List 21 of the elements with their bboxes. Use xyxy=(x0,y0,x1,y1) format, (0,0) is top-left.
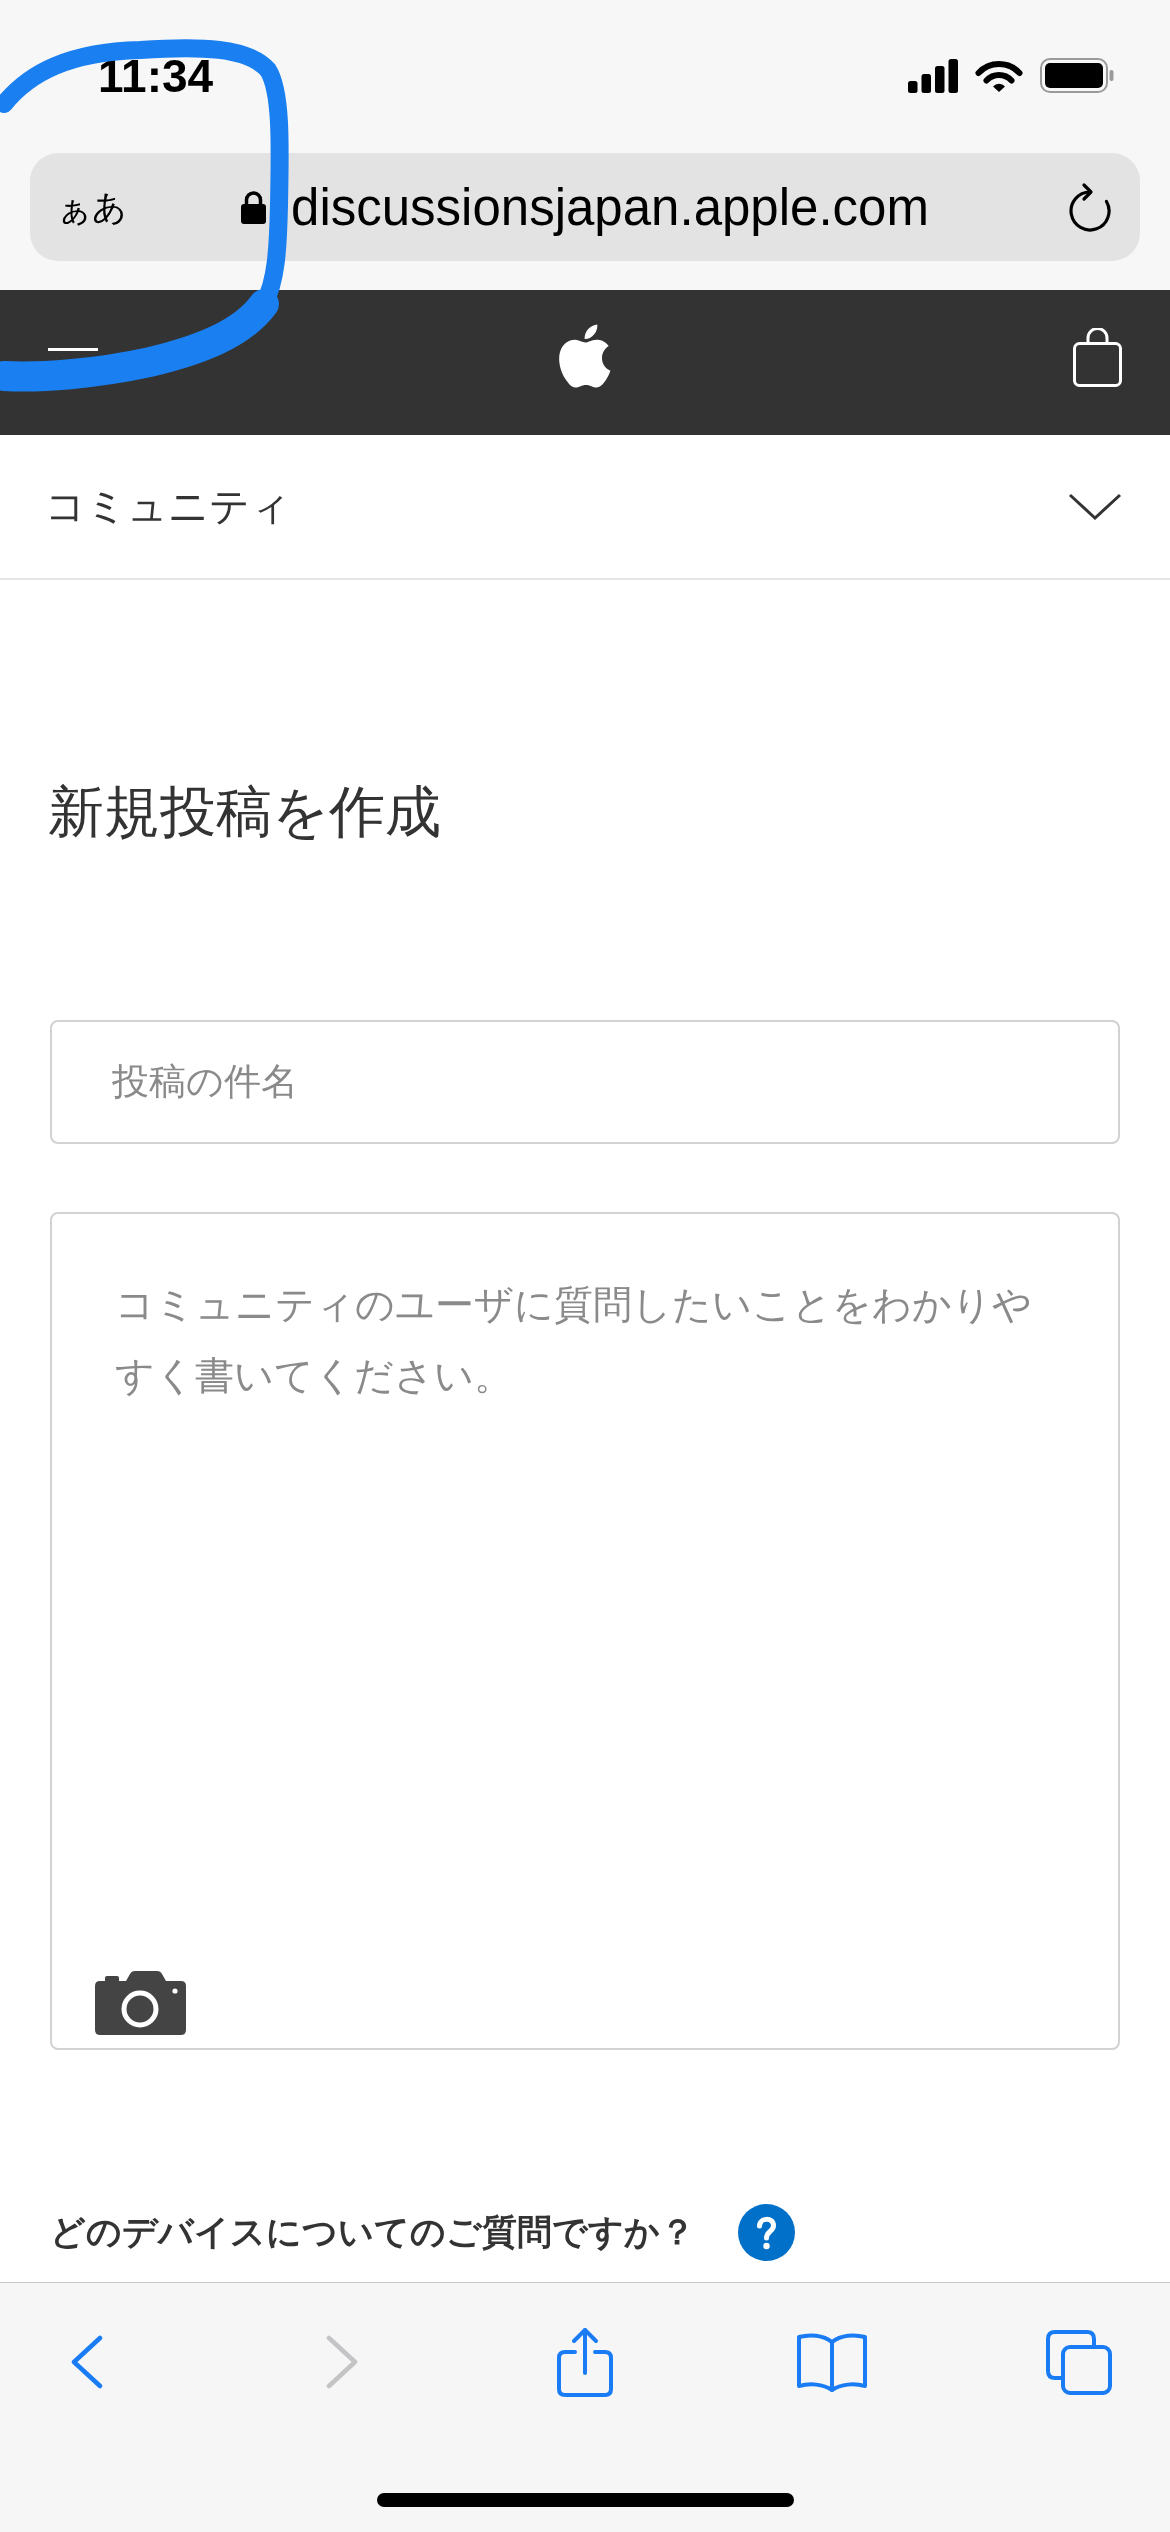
url-text[interactable]: discussionsjapan.apple.com xyxy=(291,177,929,237)
tabs-icon[interactable] xyxy=(1046,2329,1112,2395)
address-bar[interactable]: ぁあ discussionsjapan.apple.com xyxy=(30,153,1140,261)
book-icon[interactable] xyxy=(797,2332,867,2392)
device-question: どのデバイスについてのご質問ですか？ xyxy=(50,2211,695,2253)
reload-icon[interactable] xyxy=(1068,182,1112,232)
battery-icon xyxy=(1040,58,1114,93)
shopping-bag-icon[interactable] xyxy=(1073,328,1122,387)
signal-icon xyxy=(908,58,958,93)
wifi-icon xyxy=(975,58,1023,93)
status-time: 11:34 xyxy=(98,48,214,103)
message-field[interactable]: コミュニティのユーザに質問したいことをわかりやすく書いてください。 xyxy=(50,1212,1120,2050)
share-icon[interactable] xyxy=(557,2327,613,2397)
community-dropdown[interactable]: コミュニティ xyxy=(0,435,1170,578)
lock-icon xyxy=(240,190,268,224)
apple-icon[interactable] xyxy=(558,323,612,388)
text-size-button[interactable]: ぁあ xyxy=(57,186,127,228)
back-icon[interactable] xyxy=(69,2335,103,2389)
help-icon[interactable] xyxy=(738,2204,795,2261)
subject-field[interactable]: 投稿の件名 xyxy=(50,1020,1120,1144)
page-heading: 新規投稿を作成 xyxy=(48,779,442,845)
